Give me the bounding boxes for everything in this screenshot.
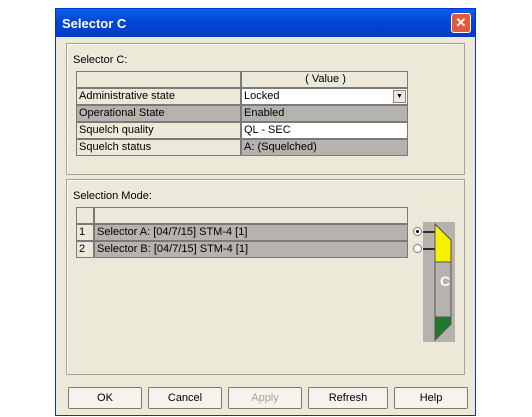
row-index: 1 [76,224,94,241]
squelch-status-label: Squelch status [76,139,241,156]
admin-state-value: Locked [244,90,280,102]
switch-label: C [440,273,450,289]
value-column-header: ( Value ) [241,71,408,88]
selector-b-radio[interactable] [413,244,422,253]
operational-state-label: Operational State [76,105,241,122]
selection-mode-group: Selection Mode: 1 Selector A: [04/7/15] … [66,179,465,375]
index-column-header [76,207,94,224]
help-button[interactable]: Help [394,387,468,409]
selector-group: Selector C: ( Value ) Administrative sta… [66,43,465,175]
cancel-button[interactable]: Cancel [148,387,222,409]
selector-group-label: Selector C: [73,54,128,66]
selector-a-radio[interactable] [413,227,422,236]
selector-a-row[interactable]: Selector A: [04/7/15] STM-4 [1] [94,224,408,241]
operational-state-value: Enabled [241,105,408,122]
refresh-button[interactable]: Refresh [308,387,388,409]
title-bar[interactable]: Selector C ✕ [56,9,475,37]
name-column-header [94,207,408,224]
window-title: Selector C [62,16,127,31]
apply-button[interactable]: Apply [228,387,302,409]
squelch-quality-label: Squelch quality [76,122,241,139]
admin-state-select[interactable]: Locked ▼ [241,88,408,105]
selector-switch-icon: C [423,222,455,342]
squelch-status-value: A: (Squelched) [241,139,408,156]
close-icon[interactable]: ✕ [451,13,471,33]
row-index: 2 [76,241,94,258]
ok-button[interactable]: OK [68,387,142,409]
admin-state-label: Administrative state [76,88,241,105]
selection-mode-label: Selection Mode: [73,190,152,202]
selector-c-dialog: Selector C ✕ Selector C: ( Value ) Admin… [55,8,476,416]
squelch-quality-value[interactable]: QL - SEC [241,122,408,139]
table-header-blank [76,71,241,88]
selector-b-row[interactable]: Selector B: [04/7/15] STM-4 [1] [94,241,408,258]
chevron-down-icon[interactable]: ▼ [393,90,406,103]
